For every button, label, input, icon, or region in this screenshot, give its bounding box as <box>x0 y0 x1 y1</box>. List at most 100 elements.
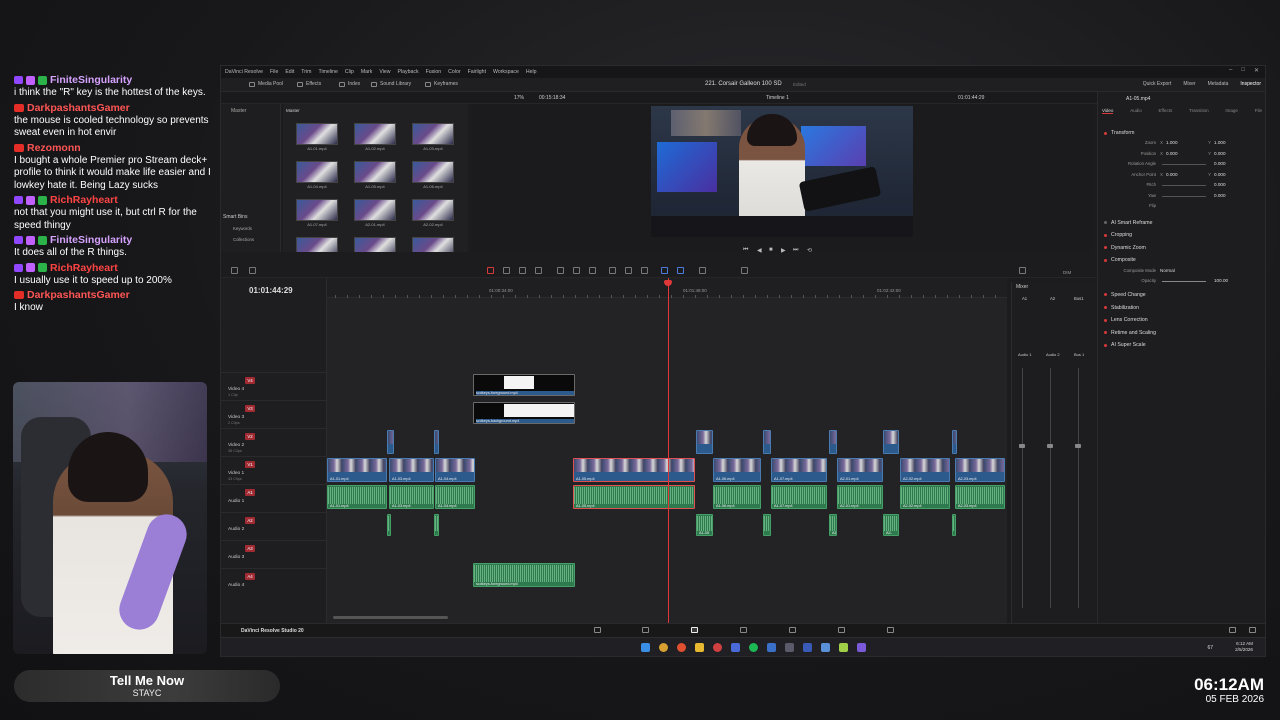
section-ai-super-scale[interactable]: AI Super Scale <box>1104 340 1262 350</box>
trim-tool-icon[interactable] <box>503 267 510 274</box>
field-x[interactable]: 0.000 <box>1166 151 1178 156</box>
timeline-scrollbar[interactable] <box>327 616 1007 620</box>
enable-dot[interactable] <box>1104 131 1107 135</box>
audio-clip[interactable]: A1-05.mp4 <box>573 485 695 509</box>
field-slider[interactable] <box>1162 185 1206 186</box>
stop-icon[interactable]: ■ <box>769 247 773 253</box>
loop-icon[interactable]: ⟲ <box>807 247 812 254</box>
playhead[interactable] <box>668 278 669 623</box>
menu-trim[interactable]: Trim <box>301 69 311 75</box>
edit-page-icon[interactable] <box>691 627 698 633</box>
inspector-tab-image[interactable]: Image <box>1225 108 1238 114</box>
timeline-selector[interactable]: Timeline 1 <box>766 95 789 101</box>
enable-dot[interactable] <box>1104 221 1107 224</box>
track-tag[interactable]: V3 <box>245 405 255 412</box>
field-x[interactable]: 0.000 <box>1166 172 1178 177</box>
notepad-icon[interactable] <box>839 643 848 652</box>
audio-clip[interactable]: A1-03.mp4 <box>389 485 434 509</box>
enable-dot[interactable] <box>1104 318 1107 322</box>
media-thumbnail[interactable]: A2-04.mp4 <box>354 237 396 252</box>
audio-clip[interactable] <box>952 514 956 536</box>
play-reverse-icon[interactable]: ◀ <box>757 247 762 254</box>
dynamic-trim-icon[interactable] <box>519 267 526 274</box>
opacity-value[interactable]: 100.00 <box>1214 278 1228 283</box>
speaker-icon[interactable] <box>1019 267 1026 274</box>
enable-dot[interactable] <box>1104 331 1107 335</box>
menu-view[interactable]: View <box>379 69 390 75</box>
fader-a2[interactable] <box>1047 444 1053 448</box>
inspector-tab-transition[interactable]: Transition <box>1189 108 1209 114</box>
track-tag[interactable]: V2 <box>245 433 255 440</box>
app-icon-red[interactable] <box>713 643 722 652</box>
close-icon[interactable]: ✕ <box>1254 67 1259 74</box>
chrome-icon[interactable] <box>659 643 668 652</box>
field-slider[interactable] <box>1162 195 1206 197</box>
video-clip[interactable] <box>883 430 899 454</box>
inspector-tab-video[interactable]: Video <box>1102 108 1114 114</box>
maximize-icon[interactable]: □ <box>1241 67 1245 74</box>
marker-icon[interactable] <box>677 267 684 274</box>
app-icon-diamond[interactable] <box>767 643 776 652</box>
video-clip[interactable]: A1-07.mp4 <box>771 458 827 482</box>
enable-dot[interactable] <box>1104 233 1107 237</box>
video-clip[interactable] <box>696 430 713 454</box>
app-menu[interactable]: DaVinci Resolve <box>225 69 263 75</box>
media-thumbnail[interactable]: A1-07.mp4 <box>296 199 338 229</box>
linked-selection-icon[interactable] <box>625 267 632 274</box>
track-tag[interactable]: A4 <box>245 573 255 580</box>
fusion-page-icon[interactable] <box>740 627 747 633</box>
position-lock-icon[interactable] <box>641 267 648 274</box>
zoom-in-icon[interactable] <box>741 267 748 274</box>
settings-icon[interactable] <box>1249 627 1256 633</box>
app-icon-blue[interactable] <box>731 643 740 652</box>
snapping-icon[interactable] <box>609 267 616 274</box>
cut-page-icon[interactable] <box>642 627 649 633</box>
toolbar-inspector[interactable]: Inspector <box>1240 81 1261 87</box>
field-value[interactable]: 0.000 <box>1214 161 1226 166</box>
menu-mark[interactable]: Mark <box>361 69 373 75</box>
menu-fusion[interactable]: Fusion <box>426 69 442 75</box>
zoom-level[interactable]: 17% <box>514 95 524 101</box>
audio-clip[interactable]: A1-05 <box>696 514 713 536</box>
toolbar-metadata[interactable]: Metadata <box>1208 81 1229 87</box>
overwrite-clip-icon[interactable] <box>573 267 580 274</box>
fairlight-page-icon[interactable] <box>838 627 845 633</box>
inspector-tab-audio[interactable]: Audio <box>1130 108 1142 114</box>
fader-bus1[interactable] <box>1075 444 1081 448</box>
toolbar-media-pool[interactable]: Media Pool <box>249 81 283 87</box>
video-clip[interactable]: A2-01.mp4 <box>837 458 883 482</box>
minimize-icon[interactable]: – <box>1229 67 1232 74</box>
toolbar-sound-library[interactable]: Sound Library <box>371 81 411 87</box>
mask-clip[interactable]: scdkeys-foreground.mp4 <box>473 374 575 396</box>
timeline-area[interactable]: 01:00:34:00 01:01:48:00 01:02:42:00 scdkey… <box>327 278 1007 623</box>
insert-clip-icon[interactable] <box>557 267 564 274</box>
audio-clip[interactable]: A2-02.mp4 <box>900 485 950 509</box>
media-thumbnail[interactable]: A1-06.mp4 <box>412 161 454 191</box>
spotify-icon[interactable] <box>749 643 758 652</box>
inspector-tab-file[interactable]: File <box>1255 108 1262 114</box>
audio-clip[interactable]: A1-07.mp4 <box>771 485 827 509</box>
app-icon-plane[interactable] <box>803 643 812 652</box>
inspector-tab-effects[interactable]: Effects <box>1159 108 1173 114</box>
enable-dot[interactable] <box>1104 306 1107 309</box>
audio-clip[interactable] <box>387 514 391 536</box>
media-thumbnail[interactable]: A2-05.mp4 <box>412 237 454 252</box>
dim-button[interactable]: DIM <box>1063 270 1071 275</box>
deliver-page-icon[interactable] <box>887 627 894 633</box>
menu-clip[interactable]: Clip <box>345 69 354 75</box>
audio-clip[interactable]: A2-03.mp4 <box>955 485 1005 509</box>
field-x[interactable]: 1.000 <box>1166 140 1178 145</box>
section-speed-change[interactable]: Speed Change <box>1104 290 1262 300</box>
scrollbar-thumb[interactable] <box>333 616 448 619</box>
timeline-viewer[interactable]: ⏮ ◀ ■ ▶ ⏭ ⟲ <box>471 104 1091 254</box>
video-clip[interactable] <box>434 430 439 454</box>
enable-dot[interactable] <box>1104 343 1107 347</box>
field-y[interactable]: 1.000 <box>1214 140 1226 145</box>
pool-tab-master[interactable]: Master <box>286 108 300 113</box>
jump-end-icon[interactable]: ⏭ <box>793 247 798 254</box>
video-clip[interactable] <box>763 430 771 454</box>
toolbar-mixer[interactable]: Mixer <box>1183 81 1195 87</box>
app-icon-arrow[interactable] <box>821 643 830 652</box>
track-height-icon[interactable] <box>249 267 256 274</box>
browser-icon[interactable] <box>677 643 686 652</box>
